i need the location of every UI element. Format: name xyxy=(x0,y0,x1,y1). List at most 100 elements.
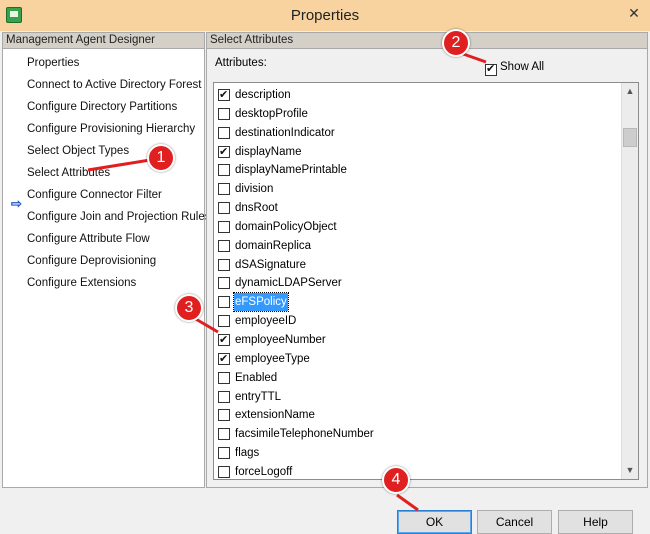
attribute-row[interactable]: flags xyxy=(218,444,618,463)
callout-4-badge: 4 xyxy=(382,466,410,494)
nav-item-attribute-flow[interactable]: Configure Attribute Flow xyxy=(27,229,150,249)
attribute-checkbox[interactable] xyxy=(218,86,230,104)
close-icon[interactable]: ✕ xyxy=(618,0,650,26)
attribute-label: dnsRoot xyxy=(235,202,278,215)
nav-item-properties[interactable]: Properties xyxy=(27,53,79,73)
nav-item-directory-partitions[interactable]: Configure Directory Partitions xyxy=(27,97,177,117)
attribute-row[interactable]: employeeNumber xyxy=(218,331,618,350)
nav-item-select-attributes[interactable]: Select Attributes xyxy=(27,163,110,183)
dialog-client: Management Agent Designer ⇨ Properties C… xyxy=(0,31,650,534)
attribute-label: desktopProfile xyxy=(235,107,308,120)
attribute-label: entryTTL xyxy=(235,390,282,403)
attribute-checkbox[interactable] xyxy=(218,164,230,177)
attribute-label: domainReplica xyxy=(235,239,312,252)
attribute-label: displayName xyxy=(235,145,302,158)
attribute-checkbox[interactable] xyxy=(218,107,230,120)
attribute-label: extensionName xyxy=(235,409,315,422)
nav-item-connect-forest[interactable]: Connect to Active Directory Forest xyxy=(27,75,201,95)
callout-1-badge: 1 xyxy=(147,144,175,172)
attributes-list[interactable]: description desktopProfile destinationIndi… xyxy=(213,82,639,480)
attribute-row[interactable]: forceLogoff xyxy=(218,463,618,482)
attributes-scrollbar[interactable]: ▲ ▼ xyxy=(621,83,638,479)
attribute-checkbox[interactable] xyxy=(218,126,230,139)
attributes-list-items: description desktopProfile destinationIndi… xyxy=(218,86,618,482)
attribute-checkbox[interactable] xyxy=(218,371,230,384)
nav-item-join-projection[interactable]: Configure Join and Projection Rules xyxy=(27,207,210,227)
attribute-checkbox[interactable] xyxy=(218,202,230,215)
attribute-label: employeeID xyxy=(235,315,297,328)
attribute-label: division xyxy=(235,183,274,196)
attribute-checkbox[interactable] xyxy=(218,331,230,349)
nav-item-connector-filter[interactable]: Configure Connector Filter xyxy=(27,185,162,205)
attribute-checkbox[interactable] xyxy=(218,277,230,290)
attribute-row[interactable]: destinationIndicator xyxy=(218,124,618,143)
attribute-checkbox[interactable] xyxy=(218,465,230,478)
attribute-label: flags xyxy=(235,447,260,460)
show-all-label: Show All xyxy=(500,61,545,73)
attribute-checkbox[interactable] xyxy=(218,447,230,460)
attribute-checkbox[interactable] xyxy=(218,315,230,328)
attribute-row[interactable]: displayNamePrintable xyxy=(218,161,618,180)
attribute-row[interactable]: entryTTL xyxy=(218,388,618,407)
attribute-label: displayNamePrintable xyxy=(235,164,347,177)
attribute-row[interactable]: facsimileTelephoneNumber xyxy=(218,425,618,444)
attribute-checkbox[interactable] xyxy=(218,258,230,271)
attribute-label: employeeNumber xyxy=(235,333,326,346)
attributes-pane-header: Select Attributes xyxy=(207,33,647,49)
help-button[interactable]: Help xyxy=(558,510,633,534)
show-all-check-icon[interactable] xyxy=(485,61,497,77)
scroll-up-icon[interactable]: ▲ xyxy=(622,83,638,100)
attribute-row[interactable]: division xyxy=(218,180,618,199)
nav-item-object-types[interactable]: Select Object Types xyxy=(27,141,129,161)
attribute-label: dSASignature xyxy=(235,258,306,271)
attribute-checkbox[interactable] xyxy=(218,296,230,309)
attribute-row[interactable]: Enabled xyxy=(218,369,618,388)
attribute-checkbox[interactable] xyxy=(218,183,230,196)
attribute-label: eFSPolicy xyxy=(233,292,289,313)
attribute-label: domainPolicyObject xyxy=(235,220,337,233)
attribute-label: forceLogoff xyxy=(235,465,293,478)
attribute-row[interactable]: eFSPolicy xyxy=(218,292,618,313)
attribute-row[interactable]: extensionName xyxy=(218,406,618,425)
attribute-label: employeeType xyxy=(235,352,310,365)
select-attributes-pane: Select Attributes Attributes: Show All d… xyxy=(206,32,648,488)
attribute-checkbox[interactable] xyxy=(218,409,230,422)
nav-pane-header: Management Agent Designer xyxy=(3,33,204,49)
nav-item-extensions[interactable]: Configure Extensions xyxy=(27,273,136,293)
callout-2-badge: 2 xyxy=(442,29,470,57)
attribute-checkbox[interactable] xyxy=(218,350,230,368)
attribute-row[interactable]: employeeID xyxy=(218,312,618,331)
attribute-checkbox[interactable] xyxy=(218,428,230,441)
title-bar: Properties ✕ xyxy=(0,0,650,31)
attribute-checkbox[interactable] xyxy=(218,390,230,403)
scrollbar-thumb[interactable] xyxy=(623,128,637,147)
scroll-down-icon[interactable]: ▼ xyxy=(622,462,638,479)
current-step-arrow-icon: ⇨ xyxy=(11,196,22,211)
attribute-row[interactable]: domainPolicyObject xyxy=(218,218,618,237)
ok-button[interactable]: OK xyxy=(397,510,472,534)
attribute-label: facsimileTelephoneNumber xyxy=(235,428,374,441)
attribute-row[interactable]: domainReplica xyxy=(218,237,618,256)
designer-nav-pane: Management Agent Designer ⇨ Properties C… xyxy=(2,32,210,488)
nav-item-deprovisioning[interactable]: Configure Deprovisioning xyxy=(27,251,156,271)
attribute-checkbox[interactable] xyxy=(218,220,230,233)
nav-item-provisioning-hierarchy[interactable]: Configure Provisioning Hierarchy xyxy=(27,119,195,139)
show-all-checkbox[interactable]: Show All xyxy=(485,59,545,77)
attribute-checkbox[interactable] xyxy=(218,239,230,252)
attribute-label: dynamicLDAPServer xyxy=(235,277,342,290)
attribute-row[interactable]: description xyxy=(218,86,618,105)
attribute-label: destinationIndicator xyxy=(235,126,335,139)
window-title: Properties xyxy=(290,7,360,24)
attribute-row[interactable]: desktopProfile xyxy=(218,105,618,124)
attribute-row[interactable]: dSASignature xyxy=(218,256,618,275)
attribute-row[interactable]: dynamicLDAPServer xyxy=(218,274,618,293)
attributes-label: Attributes: xyxy=(215,57,267,69)
cancel-button[interactable]: Cancel xyxy=(477,510,552,534)
attribute-row[interactable]: employeeType xyxy=(218,350,618,369)
attribute-row[interactable]: dnsRoot xyxy=(218,199,618,218)
callout-3-badge: 3 xyxy=(175,294,203,322)
attribute-label: description xyxy=(235,89,291,101)
attribute-row[interactable]: displayName xyxy=(218,143,618,162)
attribute-label: Enabled xyxy=(235,371,278,384)
attribute-checkbox[interactable] xyxy=(218,143,230,161)
